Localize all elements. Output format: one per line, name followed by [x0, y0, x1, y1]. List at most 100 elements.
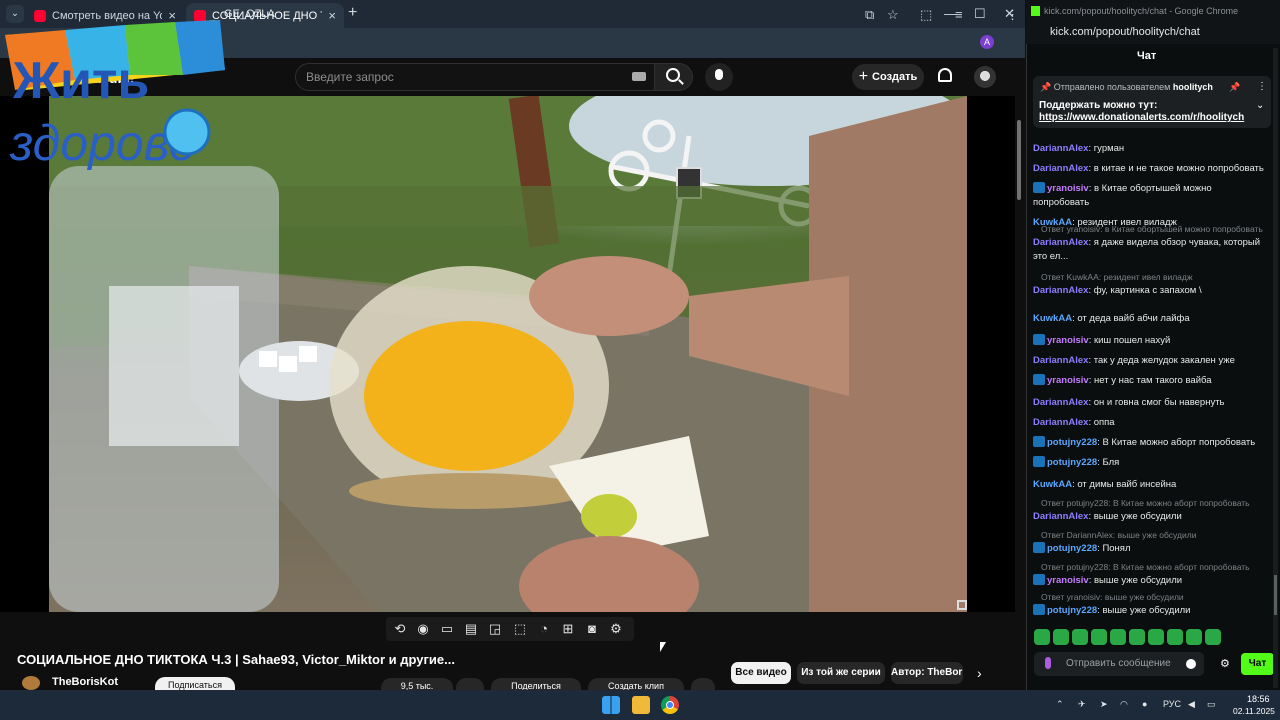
- chat-username[interactable]: DariannAlex: [1033, 417, 1088, 428]
- microphone-icon[interactable]: [1045, 657, 1051, 669]
- clock-time[interactable]: 18:56: [1247, 694, 1270, 704]
- subscribe-button[interactable]: Подписаться: [155, 677, 235, 690]
- emote-icon[interactable]: [1129, 629, 1145, 645]
- pinned-sender: 📌 Отправлено пользователем hoolitych: [1040, 82, 1213, 93]
- picture-in-picture-icon[interactable]: ▭: [439, 621, 455, 637]
- profile-avatar[interactable]: A: [980, 35, 994, 49]
- chat-username[interactable]: potujny228: [1047, 457, 1097, 468]
- emote-icon[interactable]: [1167, 629, 1183, 645]
- clock-date[interactable]: 02.11.2025: [1233, 706, 1275, 716]
- chat-username[interactable]: yranoisiv: [1047, 575, 1089, 586]
- chat-scrollbar-thumb[interactable]: [1274, 575, 1277, 615]
- emote-icon[interactable]: [1034, 629, 1050, 645]
- more-options-icon[interactable]: ⋮: [1257, 81, 1267, 92]
- chat-text: оппа: [1093, 417, 1115, 428]
- chat-username[interactable]: yranoisiv: [1047, 375, 1089, 386]
- emote-icon[interactable]: [1072, 629, 1088, 645]
- emote-icon[interactable]: [1091, 629, 1107, 645]
- close-tab-icon[interactable]: ×: [328, 8, 336, 23]
- theater-mode-icon[interactable]: ◲: [487, 621, 503, 637]
- scrollbar-thumb[interactable]: [1017, 120, 1021, 200]
- tray-app-icon[interactable]: ✈: [1078, 699, 1086, 710]
- tray-mic-icon[interactable]: ●: [1142, 699, 1147, 709]
- share-button[interactable]: Поделиться: [491, 678, 581, 690]
- more-actions-button[interactable]: [691, 678, 715, 690]
- keyboard-icon[interactable]: [632, 72, 646, 81]
- file-explorer-icon[interactable]: [632, 696, 650, 714]
- notifications-bell-icon[interactable]: [938, 68, 952, 82]
- extensions-icon[interactable]: ⬚: [920, 7, 932, 23]
- url-text[interactable]: GE_QZLA: [224, 8, 275, 20]
- add-icon[interactable]: ⊞: [560, 621, 576, 637]
- language-indicator[interactable]: РУС: [1163, 699, 1181, 709]
- chat-username[interactable]: DariannAlex: [1033, 143, 1088, 154]
- media-control-icon[interactable]: ≡: [955, 7, 963, 22]
- windows-start-icon[interactable]: [602, 696, 620, 714]
- emote-bar: [1034, 629, 1224, 645]
- chip-author[interactable]: Автор: TheBorisKot: [891, 662, 963, 684]
- telegram-icon[interactable]: ➤: [1100, 699, 1108, 710]
- reply-context: Ответ yranoisiv: в Китае обортышей можно…: [1041, 224, 1263, 234]
- settings-gear-icon[interactable]: ⚙: [608, 621, 624, 637]
- emote-icon[interactable]: [1186, 629, 1202, 645]
- chat-message: DariannAlex: в китае и не такое можно по…: [1033, 162, 1269, 176]
- chat-username[interactable]: DariannAlex: [1033, 397, 1088, 408]
- playlist-icon[interactable]: ▤: [463, 621, 479, 637]
- chevron-right-icon[interactable]: ›: [977, 665, 982, 681]
- loop-icon[interactable]: ⟲: [392, 621, 408, 637]
- chat-username[interactable]: potujny228: [1047, 543, 1097, 554]
- chat-username[interactable]: DariannAlex: [1033, 355, 1088, 366]
- like-button[interactable]: 9,5 тыс.: [381, 678, 453, 690]
- chat-username[interactable]: potujny228: [1047, 605, 1097, 616]
- chat-text: гурман: [1093, 143, 1125, 154]
- cast-icon[interactable]: ⧉: [865, 7, 874, 23]
- new-tab-button[interactable]: +: [348, 4, 357, 22]
- chat-username[interactable]: DariannAlex: [1033, 163, 1088, 174]
- chip-same-series[interactable]: Из той же серии: [797, 662, 885, 684]
- emote-icon[interactable]: [1148, 629, 1164, 645]
- network-icon[interactable]: ▭: [1207, 699, 1216, 710]
- mini-player-icon[interactable]: ⬚: [512, 621, 528, 637]
- emote-icon[interactable]: [1110, 629, 1126, 645]
- channel-avatar[interactable]: [22, 676, 40, 690]
- tray-chevron-icon[interactable]: ⌃: [1056, 699, 1064, 710]
- wifi-icon[interactable]: ◠: [1120, 699, 1128, 710]
- chat-username[interactable]: KuwkAA: [1033, 479, 1072, 490]
- chevron-down-icon[interactable]: ⌄: [1256, 100, 1264, 111]
- chat-username[interactable]: yranoisiv: [1047, 335, 1089, 346]
- pin-icon[interactable]: 📌: [1229, 82, 1240, 93]
- chat-url[interactable]: kick.com/popout/hoolitych/chat: [1050, 26, 1200, 38]
- audio-icon[interactable]: ◉: [415, 621, 431, 637]
- chat-username[interactable]: DariannAlex: [1033, 237, 1088, 248]
- bookmark-star-icon[interactable]: ☆: [887, 7, 899, 23]
- dislike-button[interactable]: [456, 678, 484, 690]
- pinned-link[interactable]: https://www.donationalerts.com/r/hoolity…: [1039, 112, 1244, 123]
- chat-text: так у деда желудок закален уже: [1093, 355, 1235, 366]
- create-button[interactable]: + Создать: [852, 64, 924, 90]
- chat-username[interactable]: potujny228: [1047, 437, 1097, 448]
- pinned-user[interactable]: hoolitych: [1173, 82, 1213, 92]
- emote-icon[interactable]: [1205, 629, 1221, 645]
- fullscreen-icon[interactable]: [957, 600, 967, 610]
- account-avatar[interactable]: [974, 66, 996, 88]
- chat-username[interactable]: yranoisiv: [1047, 183, 1089, 194]
- browser-menu-icon[interactable]: ⋮: [1006, 7, 1019, 23]
- maximize-icon[interactable]: ☐: [974, 6, 986, 22]
- chat-username[interactable]: DariannAlex: [1033, 285, 1088, 296]
- chip-all-videos[interactable]: Все видео: [731, 662, 791, 684]
- channel-name[interactable]: TheBorisKot: [52, 676, 118, 688]
- chat-username[interactable]: KuwkAA: [1033, 313, 1072, 324]
- speaker-icon[interactable]: ◀: [1188, 699, 1195, 710]
- chat-username[interactable]: DariannAlex: [1033, 511, 1088, 522]
- screenshot-icon[interactable]: ◙: [584, 621, 600, 637]
- speed-icon[interactable]: ◔: [536, 621, 552, 637]
- chat-text: в китае и не такое можно попробовать: [1093, 163, 1264, 174]
- subscriber-badge-icon: [1033, 374, 1045, 385]
- search-icon[interactable]: [666, 68, 680, 82]
- emoji-icon[interactable]: [1186, 659, 1196, 669]
- send-chat-button[interactable]: Чат: [1241, 653, 1274, 675]
- emote-icon[interactable]: [1053, 629, 1069, 645]
- video-frame[interactable]: [49, 96, 967, 612]
- chat-settings-icon[interactable]: ⚙: [1220, 657, 1230, 670]
- clip-button[interactable]: Создать клип: [588, 678, 684, 690]
